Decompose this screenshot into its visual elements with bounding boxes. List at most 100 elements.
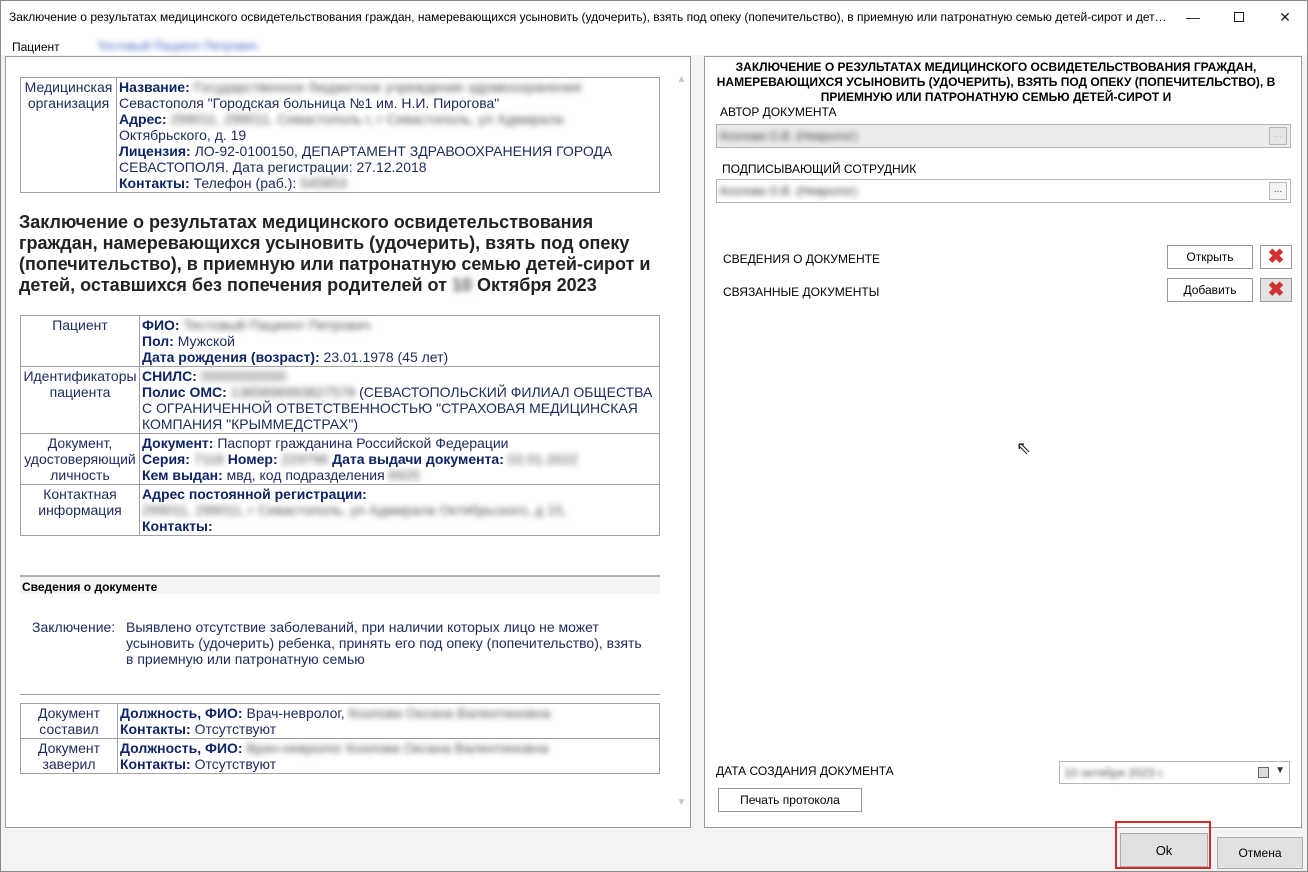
patient-name-link[interactable]: Тестовый Пациент Петрович [97, 39, 257, 53]
signer-field[interactable]: Козлова О.В. (Невролог) ... [716, 179, 1291, 203]
address-value: 299011, 299011, г Севастополь, ул Адмира… [142, 502, 567, 518]
identity-info: Документ: Паспорт гражданина Российской … [139, 433, 660, 485]
org-name-value: Государственное бюджетное учреждение здр… [193, 79, 582, 95]
patient-label: Пациент [12, 40, 60, 54]
scroll-down-icon[interactable]: ▼ [673, 794, 690, 811]
series-key: Серия: [142, 451, 190, 467]
ids-info: СНИЛС: 00000000000 Полис ОМС: 1365896993… [139, 366, 660, 434]
chevron-down-icon[interactable]: ▼ [1275, 765, 1285, 776]
sex-value: Мужской [177, 333, 235, 349]
delete-x-icon: ✖ [1267, 246, 1285, 268]
org-address-value2: Октябрьского, д. 19 [119, 127, 247, 143]
document-preview-panel[interactable]: Медицинская организация Название: Госуда… [5, 56, 691, 828]
title-bar: Заключение о результатах медицинского ос… [1, 1, 1307, 33]
patient-info: ФИО: Тестовый Пациент Петрович Пол: Мужс… [139, 315, 660, 367]
maximize-button[interactable] [1216, 1, 1262, 33]
form-title: ЗАКЛЮЧЕНИЕ О РЕЗУЛЬТАТАХ МЕДИЦИНСКОГО ОС… [716, 60, 1276, 104]
org-info: Название: Государственное бюджетное учре… [116, 77, 660, 193]
composed-contacts-key: Контакты: [120, 721, 191, 737]
created-date-picker[interactable]: 10 октября 2023 г. ▼ [1059, 761, 1290, 784]
verified-position-key: Должность, ФИО: [120, 740, 243, 756]
open-button[interactable]: Открыть [1167, 245, 1253, 269]
identity-header: Документ, удостоверяющий личность [20, 433, 140, 485]
org-address-key: Адрес: [119, 111, 167, 127]
contacts-key: Контакты: [142, 518, 213, 534]
doc-value: Паспорт гражданина Российской Федерации [217, 435, 509, 451]
vertical-scrollbar[interactable]: ▲ ▼ [673, 57, 690, 827]
series-value: 7116 [193, 451, 224, 467]
ok-button[interactable]: Ok [1120, 833, 1208, 867]
print-protocol-button[interactable]: Печать протокола [718, 788, 862, 812]
contact-info: Адрес постоянной регистрации: 299011, 29… [139, 484, 660, 536]
conclusion-label: Заключение: [32, 619, 116, 635]
verified-info: Должность, ФИО: Врач-невролог Козлова Ок… [117, 738, 660, 774]
org-contacts-key: Контакты: [119, 175, 190, 191]
issuer-value: мвд, код подразделения [226, 467, 385, 483]
ids-header: Идентификаторы пациента [20, 366, 140, 434]
created-date-value: 10 октября 2023 г. [1064, 766, 1165, 780]
minimize-icon: — [1186, 9, 1200, 25]
sex-key: Пол: [142, 333, 174, 349]
calendar-icon[interactable] [1258, 767, 1269, 778]
signer-label: ПОДПИСЫВАЮЩИЙ СОТРУДНИК [722, 162, 917, 176]
verified-header: Документ заверил [20, 738, 118, 774]
org-name-key: Название: [119, 79, 190, 95]
add-button[interactable]: Добавить [1167, 278, 1253, 302]
org-contacts-value: Телефон (раб.): [193, 175, 297, 191]
org-phone: 545853 [300, 175, 347, 191]
number-value: 229796 [281, 451, 329, 467]
dob-value: 23.01.1978 (45 лет) [323, 349, 449, 365]
divider [20, 694, 660, 695]
issuer-key: Кем выдан: [142, 467, 223, 483]
document-title: Заключение о результатах медицинского ос… [19, 212, 669, 296]
issue-date-key: Дата выдачи документа: [332, 451, 504, 467]
composed-position-key: Должность, ФИО: [120, 705, 243, 721]
patient-header: Пациент [20, 315, 140, 367]
document-properties-panel: ЗАКЛЮЧЕНИЕ О РЕЗУЛЬТАТАХ МЕДИЦИНСКОГО ОС… [704, 56, 1302, 828]
address-key: Адрес постоянной регистрации: [142, 486, 367, 502]
verified-contacts-key: Контакты: [120, 756, 191, 772]
dob-key: Дата рождения (возраст): [142, 349, 320, 365]
maximize-icon [1234, 12, 1244, 22]
verified-contacts-value: Отсутствуют [194, 756, 277, 772]
issuer-code: 6925 [388, 467, 420, 483]
issue-date-value: 02.01.2022 [507, 451, 578, 467]
author-label: АВТОР ДОКУМЕНТА [720, 105, 837, 119]
section-header: Сведения о документе [20, 575, 660, 594]
signer-ellipsis-button[interactable]: ... [1269, 182, 1287, 200]
delete-doc-info-button[interactable]: ✖ [1260, 245, 1292, 269]
patient-table: Пациент ФИО: Тестовый Пациент Петрович П… [20, 315, 660, 536]
author-ellipsis-button: ... [1269, 127, 1287, 145]
composed-name: Козлова Оксана Валентиновна [348, 705, 551, 721]
contact-header: Контактная информация [20, 484, 140, 536]
document-title-day: 10 [451, 275, 472, 295]
fio-value: Тестовый Пациент Петрович [183, 317, 371, 333]
org-header: Медицинская организация [20, 77, 117, 193]
composed-position-value: Врач-невролог, [246, 705, 345, 721]
document-title-end: Октября 2023 [476, 275, 597, 295]
org-address-value: 299011, 299011, Севастополь г, г Севасто… [170, 111, 564, 127]
created-date-label: ДАТА СОЗДАНИЯ ДОКУМЕНТА [716, 764, 894, 778]
oms-key: Полис ОМС: [142, 384, 227, 400]
composed-contacts-value: Отсутствуют [194, 721, 277, 737]
delete-x-icon: ✖ [1267, 279, 1285, 301]
number-key: Номер: [227, 451, 278, 467]
doc-key: Документ: [142, 435, 214, 451]
fio-key: ФИО: [142, 317, 180, 333]
cancel-button[interactable]: Отмена [1217, 837, 1303, 869]
signature-table: Документ составил Должность, ФИО: Врач-н… [20, 703, 660, 774]
minimize-button[interactable]: — [1170, 1, 1216, 33]
delete-related-button[interactable]: ✖ [1260, 278, 1292, 302]
scroll-up-icon[interactable]: ▲ [673, 71, 690, 88]
snils-value: 00000000000 [200, 368, 287, 384]
author-value: Козлова О.В. (Невролог) [720, 129, 858, 143]
snils-key: СНИЛС: [142, 368, 197, 384]
close-icon: ✕ [1279, 8, 1291, 25]
related-docs-label: СВЯЗАННЫЕ ДОКУМЕНТЫ [723, 285, 880, 299]
doc-info-label: СВЕДЕНИЯ О ДОКУМЕНТЕ [723, 252, 880, 266]
composed-info: Должность, ФИО: Врач-невролог, Козлова О… [117, 703, 660, 739]
org-name-value2: Севастополя "Городская больница №1 им. Н… [119, 95, 500, 111]
close-button[interactable]: ✕ [1262, 1, 1308, 33]
oms-number: 1365896993827578 [230, 384, 356, 400]
mouse-cursor-icon: ⇖ [1016, 438, 1032, 458]
